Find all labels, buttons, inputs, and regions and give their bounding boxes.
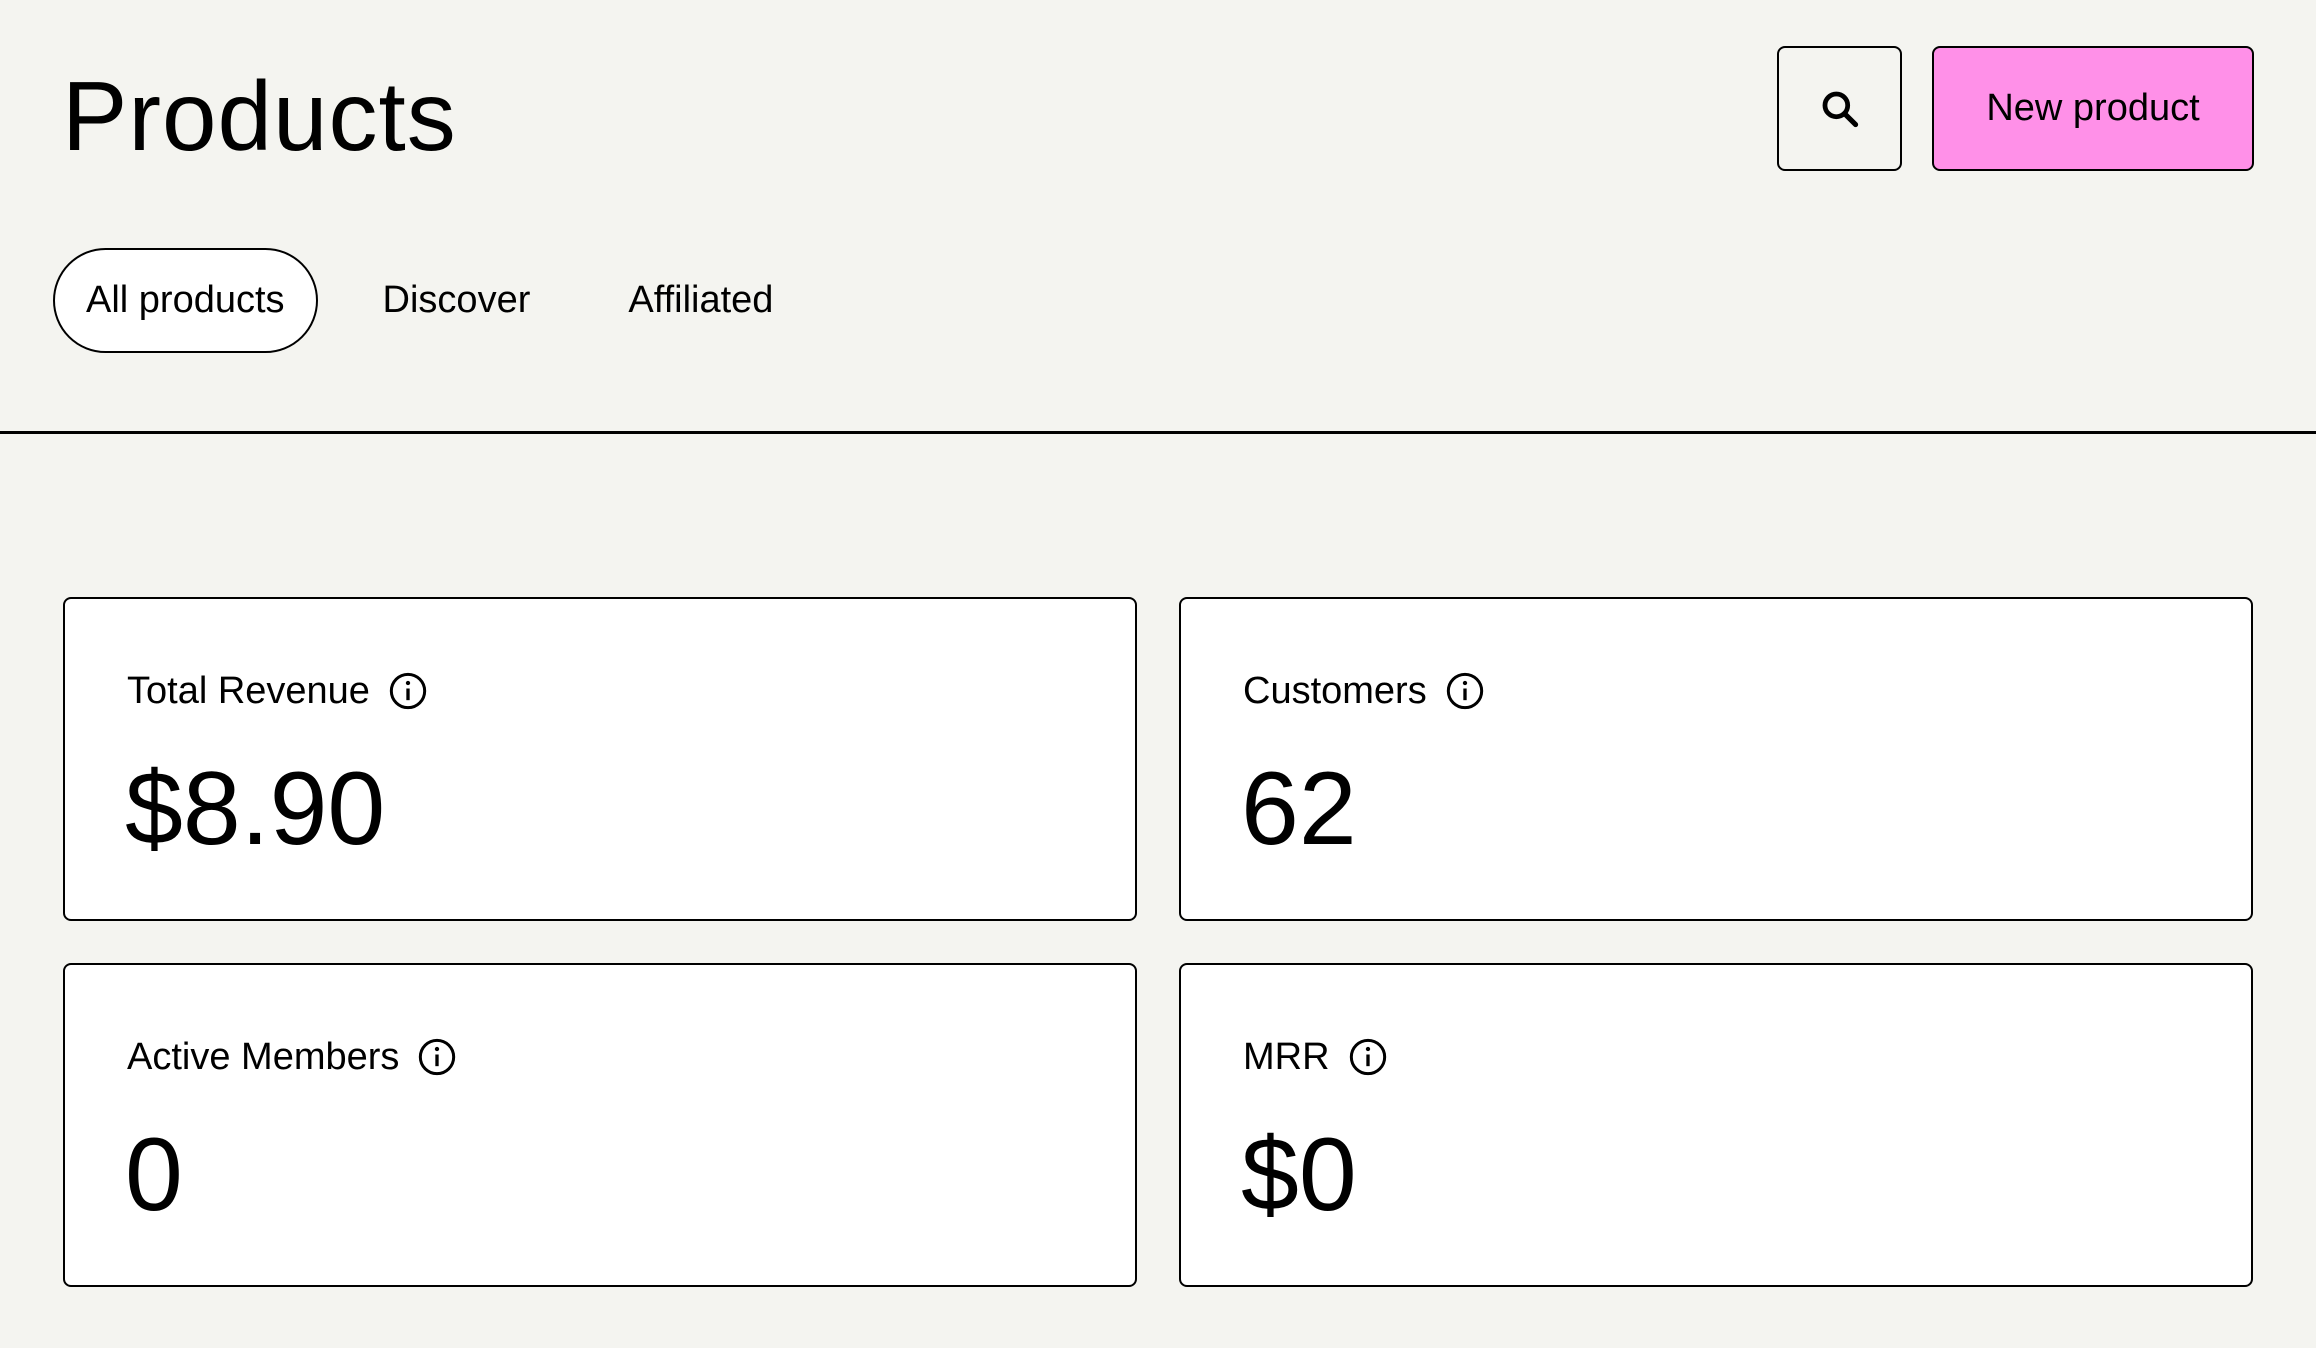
page-title: Products: [62, 61, 457, 171]
stat-value: 62: [1241, 751, 1357, 867]
info-icon[interactable]: [1445, 671, 1485, 711]
search-button[interactable]: [1777, 46, 1902, 171]
stat-label: MRR: [1243, 1036, 1330, 1078]
stat-card-total-revenue: Total Revenue $8.90: [63, 597, 1137, 921]
stat-value: $8.90: [125, 751, 386, 867]
info-icon[interactable]: [417, 1037, 457, 1077]
stat-card-customers: Customers 62: [1179, 597, 2253, 921]
stat-card-active-members: Active Members 0: [63, 963, 1137, 1287]
stats-grid: Total Revenue $8.90 Customers 62 Active …: [63, 597, 2253, 1287]
stat-value: 0: [125, 1117, 183, 1233]
tab-discover[interactable]: Discover: [350, 248, 564, 353]
product-tabs: All products Discover Affiliated: [53, 248, 838, 353]
tab-affiliated[interactable]: Affiliated: [595, 248, 806, 353]
stat-card-mrr: MRR $0: [1179, 963, 2253, 1287]
info-icon[interactable]: [1348, 1037, 1388, 1077]
stat-label: Active Members: [127, 1036, 400, 1078]
stat-label: Customers: [1243, 670, 1427, 712]
page-header: Products New product All products Discov…: [0, 0, 2316, 434]
stat-label: Total Revenue: [127, 670, 370, 712]
new-product-button[interactable]: New product: [1932, 46, 2254, 171]
stat-value: $0: [1241, 1117, 1357, 1233]
search-icon: [1822, 91, 1858, 127]
tab-all-products[interactable]: All products: [53, 248, 318, 353]
info-icon[interactable]: [388, 671, 428, 711]
